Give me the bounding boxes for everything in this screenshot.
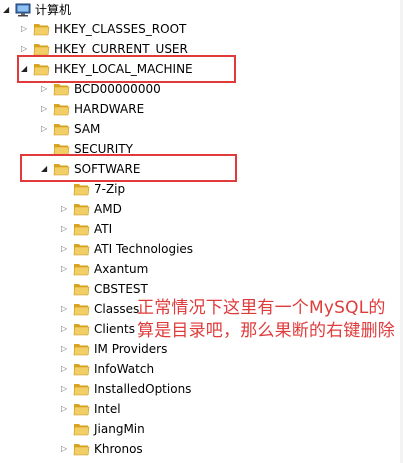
tree-item[interactable]: ▷ Axantum [0,259,360,279]
tree-item-label: BCD00000000 [74,82,161,96]
expand-arrow-icon[interactable]: ▷ [41,85,49,93]
folder-icon [53,101,70,117]
expand-arrow-icon[interactable]: ▷ [21,25,29,33]
tree-item-label: HKEY_CURRENT_USER [54,42,188,56]
tree-item-label: HKEY_CLASSES_ROOT [54,22,187,36]
folder-icon [53,81,70,97]
collapse-arrow-icon[interactable]: ◢ [3,6,11,14]
tree-item-label: Intel [94,402,121,416]
expand-arrow-icon[interactable]: ▷ [61,265,69,273]
tree-item[interactable]: ▷ Intel [0,399,360,419]
tree-item-label: ATI [94,222,113,236]
tree-item-label: Clients [94,322,135,336]
tree-item[interactable]: ▷ ATI Technologies [0,239,360,259]
expand-arrow-icon[interactable]: ▷ [61,245,69,253]
expand-arrow-icon[interactable]: ▷ [61,225,69,233]
tree-item-label: InstalledOptions [94,382,192,396]
tree-item[interactable]: ▷ HKEY_CURRENT_USER [0,39,360,59]
tree-item-label: JiangMin [94,422,145,436]
folder-icon [73,401,90,417]
collapse-arrow-icon[interactable]: ◢ [41,165,49,173]
folder-icon [53,161,70,177]
tree-item-label: HKEY_LOCAL_MACHINE [54,62,193,76]
tree-item-label: SECURITY [74,142,133,156]
folder-icon [33,61,50,77]
tree-item-label: CBSTEST [94,282,148,296]
folder-icon [73,421,90,437]
tree-item[interactable]: ▷ SAM [0,119,360,139]
tree-item[interactable]: ▷ BCD00000000 [0,79,360,99]
folder-icon [73,181,90,197]
expand-arrow-icon[interactable]: ▷ [61,445,69,453]
folder-icon [73,301,90,317]
folder-icon [73,281,90,297]
tree-item-label: Axantum [94,262,149,276]
folder-icon [53,141,70,157]
tree-item[interactable]: 7-Zip [0,179,360,199]
tree-item-label: Classes [94,302,140,316]
expand-arrow-icon[interactable]: ▷ [61,205,69,213]
tree-item-label: HARDWARE [74,102,145,116]
tree-item[interactable]: ▷ Khronos [0,439,360,459]
registry-tree-pane: ◢ 计算机 ▷ HKEY_CLASSES_ROOT ▷ HKEY_CURRENT_US… [0,0,403,463]
expand-arrow-icon[interactable]: ▷ [61,345,69,353]
expand-arrow-icon[interactable]: ▷ [61,385,69,393]
tree-root-computer[interactable]: ◢ 计算机 [0,0,200,20]
tree-item-label: Khronos [94,442,143,456]
tree-item[interactable]: ▷ HARDWARE [0,99,360,119]
tree-item-label: ATI Technologies [94,242,194,256]
annotation-note: 正常情况下这里有一个MySQL的算是目录吧，那么果断的右键删除 [137,298,395,341]
folder-icon [33,41,50,57]
expand-arrow-icon[interactable]: ▷ [61,365,69,373]
tree-item[interactable]: ▷ InfoWatch [0,359,360,379]
folder-icon [73,361,90,377]
folder-icon [73,381,90,397]
tree-item[interactable]: SECURITY [0,139,360,159]
expand-arrow-icon[interactable]: ▷ [61,405,69,413]
folder-icon [73,321,90,337]
folder-icon [73,441,90,457]
tree-item[interactable]: ▷ HKEY_CLASSES_ROOT [0,19,360,39]
collapse-arrow-icon[interactable]: ◢ [21,65,29,73]
tree-item[interactable]: CBSTEST [0,279,360,299]
folder-icon [33,21,50,37]
tree-item-label: InfoWatch [94,362,155,376]
tree-item-label: SOFTWARE [74,162,141,176]
tree-item-label: 7-Zip [94,182,126,196]
expand-arrow-icon[interactable]: ▷ [41,125,49,133]
folder-icon [73,341,90,357]
expand-arrow-icon[interactable]: ▷ [21,45,29,53]
tree-item[interactable]: ◢ SOFTWARE [0,159,360,179]
folder-icon [73,201,90,217]
expand-arrow-icon[interactable]: ▷ [61,305,69,313]
expand-arrow-icon[interactable]: ▷ [61,325,69,333]
folder-icon [73,241,90,257]
expand-arrow-icon[interactable]: ▷ [41,105,49,113]
folder-icon [73,221,90,237]
folder-icon [53,121,70,137]
tree-item-label: AMD [94,202,122,216]
tree-item[interactable]: JiangMin [0,419,360,439]
tree-item[interactable]: ◢ HKEY_LOCAL_MACHINE [0,59,360,79]
folder-icon [73,261,90,277]
tree-root-label: 计算机 [35,3,72,17]
tree-item[interactable]: ▷ ATI [0,219,360,239]
tree-item[interactable]: ▷ AMD [0,199,360,219]
tree-item[interactable]: ▷ InstalledOptions [0,379,360,399]
tree-item-label: SAM [74,122,101,136]
